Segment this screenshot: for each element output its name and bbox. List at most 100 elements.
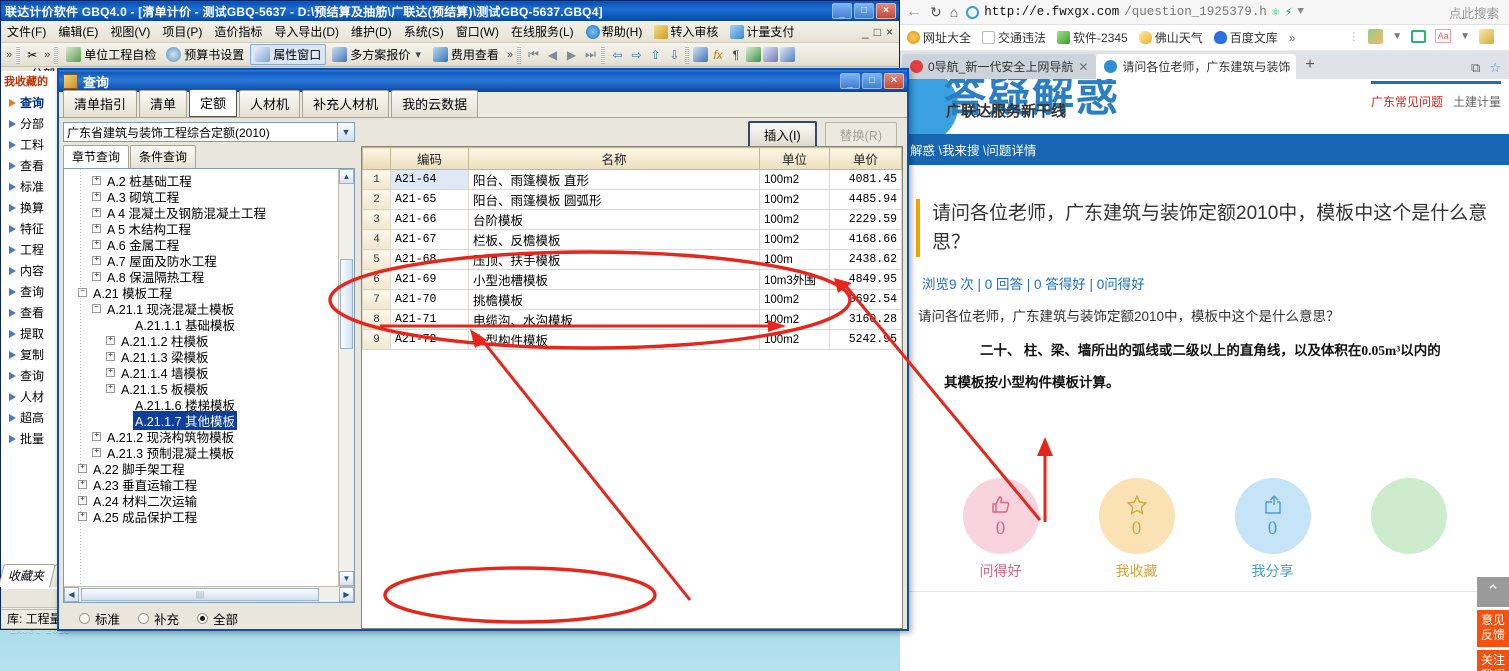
collapse-icon[interactable]: −	[78, 287, 87, 297]
prev-record-icon[interactable]: ◀	[544, 48, 561, 62]
quota-results-table[interactable]: 编码 名称 单位 单价 1 A21-64 阳台、雨篷模板 直形 100m2 40…	[361, 146, 903, 629]
menu-item-system[interactable]: 系统(S)	[398, 21, 450, 42]
cell-price[interactable]: 3692.54	[829, 289, 902, 310]
bookmark-star-icon[interactable]: ☆	[1489, 60, 1501, 76]
expand-icon[interactable]: +	[92, 431, 101, 441]
toolbar-grip-4[interactable]	[600, 45, 605, 64]
browser-tab-0[interactable]: 0导航_新一代安全上网导航 ✕	[902, 54, 1097, 79]
toolbar-grip-3[interactable]	[516, 45, 521, 64]
subtab-chapter-query[interactable]: 章节查询	[63, 145, 130, 168]
cell-price[interactable]: 2438.62	[829, 249, 902, 270]
apps-grid-icon[interactable]	[1368, 28, 1384, 44]
follow-us-button[interactable]: 关注 我们	[1477, 650, 1509, 671]
menu-item-help[interactable]: 帮助(H)	[580, 21, 649, 42]
cell-price[interactable]: 2229.59	[829, 209, 902, 230]
good-question-circle[interactable]: 0	[962, 478, 1039, 554]
chevron-down-icon[interactable]: ▼	[337, 123, 354, 141]
dialog-tab-supplement[interactable]: 补充人材机	[302, 90, 390, 117]
favorite-circle[interactable]: 0	[1098, 478, 1175, 554]
radio-all[interactable]: 全部	[197, 609, 238, 628]
share-circle[interactable]: 0	[1234, 478, 1311, 554]
cell-unit[interactable]: 100m	[759, 249, 830, 270]
last-record-icon[interactable]: ⏭	[582, 47, 599, 62]
indent-icon[interactable]: ⇨	[628, 48, 645, 62]
cell-price[interactable]: 4485.94	[829, 189, 902, 210]
cell-name[interactable]: 压顶、扶手模板	[468, 249, 760, 270]
toolbar-overflow-chevron-3[interactable]: »	[505, 49, 515, 61]
toolbar-multi-scheme-quote[interactable]: 多方案报价 ▾	[328, 45, 427, 64]
expand-icon[interactable]: +	[92, 223, 101, 233]
cell-code[interactable]: A21-72	[390, 329, 469, 350]
mdi-window-controls[interactable]: _ □ ×	[862, 25, 899, 39]
building-icon[interactable]	[692, 47, 708, 62]
col-name[interactable]: 名称	[468, 147, 760, 170]
menu-item-measure-pay[interactable]: 计量支付	[724, 21, 800, 42]
expand-icon[interactable]: +	[78, 463, 87, 473]
toolbar-grip-2[interactable]	[54, 45, 59, 64]
table-icon[interactable]	[762, 47, 778, 62]
browser-tab-1-selected[interactable]: 请问各位老师，广东建筑与装饰 ✕	[1096, 54, 1297, 79]
expand-icon[interactable]: +	[106, 367, 115, 377]
dialog-maximize-button[interactable]: □	[862, 73, 882, 89]
expand-icon[interactable]: +	[92, 255, 101, 265]
action-good-question[interactable]: 0 问得好	[956, 478, 1046, 599]
cell-unit[interactable]: 100m2	[759, 309, 830, 330]
dialog-tab-list-guide[interactable]: 清单指引	[63, 90, 138, 117]
cell-code[interactable]: A21-71	[390, 309, 469, 330]
col-price[interactable]: 单价	[829, 147, 902, 170]
cell-name[interactable]: 栏板、反檐模板	[468, 229, 760, 250]
menu-item-edit[interactable]: 编辑(E)	[52, 21, 104, 42]
mdi-minimize[interactable]: _	[862, 25, 869, 39]
move-down-icon[interactable]: ⇩	[666, 48, 683, 62]
vertical-scroll-thumb[interactable]	[340, 259, 353, 349]
restore-window-icon[interactable]: ⧉	[1471, 60, 1480, 76]
reload-icon[interactable]: ↻	[930, 4, 942, 21]
collapse-icon[interactable]: −	[92, 303, 101, 313]
cell-code[interactable]: A21-67	[390, 229, 469, 250]
book-icon[interactable]	[745, 47, 761, 62]
cell-unit[interactable]: 100m2	[759, 169, 830, 190]
menu-item-transfer-audit[interactable]: 转入审核	[648, 21, 724, 42]
bottom-tab-favorites[interactable]: 收藏夹	[0, 564, 56, 587]
cell-price[interactable]: 4081.45	[829, 169, 902, 190]
chapter-tree[interactable]: + A.2 桩基础工程 + A.3 砌筑工程 + A 4 混凝土及钢筋混凝土工程 + A…	[63, 168, 355, 603]
app-window-controls[interactable]: _ □ ×	[832, 3, 899, 19]
scroll-down-icon[interactable]: ▼	[339, 571, 354, 586]
move-up-icon[interactable]: ⇧	[647, 48, 664, 62]
cell-unit[interactable]: 100m2	[759, 189, 830, 210]
dialog-tab-list[interactable]: 清单	[139, 90, 188, 117]
expand-icon[interactable]: +	[92, 239, 101, 249]
menu-item-file[interactable]: 文件(F)	[1, 21, 52, 42]
extension-icon[interactable]	[1479, 28, 1494, 44]
bookmark-0[interactable]: 网址大全	[907, 29, 971, 46]
function-icon[interactable]: fx	[710, 48, 726, 62]
cell-code[interactable]: A21-68	[390, 249, 469, 270]
tree-horizontal-scrollbar[interactable]: ◀ |||| ▶	[64, 586, 354, 602]
dialog-window-controls[interactable]: _ □ ✕	[840, 73, 907, 89]
expand-icon[interactable]: +	[78, 511, 87, 521]
font-size-icon[interactable]: Aa	[1435, 29, 1452, 43]
cell-price[interactable]: 5242.95	[829, 329, 902, 350]
tree-vertical-scrollbar[interactable]: ▲ ▼	[338, 169, 354, 586]
toolbar-self-check[interactable]: 单位工程自检	[62, 45, 160, 64]
action-favorite[interactable]: 0 我收藏	[1092, 478, 1182, 599]
cell-price[interactable]: 4849.95	[829, 269, 902, 290]
toolbar-grip-5[interactable]	[684, 45, 689, 64]
scroll-right-icon[interactable]: ▶	[339, 587, 354, 602]
tree-node-21[interactable]: + A.25 成品保护工程	[68, 508, 338, 525]
cell-name[interactable]: 阳台、雨篷模板 直形	[468, 169, 760, 190]
radio-standard[interactable]: 标准	[79, 609, 120, 628]
expand-icon[interactable]: +	[92, 175, 101, 185]
dialog-minimize-button[interactable]: _	[840, 73, 860, 89]
dialog-tab-quota[interactable]: 定额	[189, 89, 238, 117]
first-record-icon[interactable]: ⏮	[525, 47, 542, 62]
expand-icon[interactable]: +	[78, 495, 87, 505]
expand-icon[interactable]: +	[92, 447, 101, 457]
dialog-tab-cloud-data[interactable]: 我的云数据	[391, 90, 479, 117]
chevron-down-icon[interactable]: ▼	[1297, 6, 1304, 18]
cell-code[interactable]: A21-65	[390, 189, 469, 210]
col-unit[interactable]: 单位	[759, 147, 830, 170]
toolbar-grip-1[interactable]	[16, 45, 21, 64]
cell-code[interactable]: A21-64	[390, 169, 469, 190]
maximize-button[interactable]: □	[854, 3, 874, 19]
